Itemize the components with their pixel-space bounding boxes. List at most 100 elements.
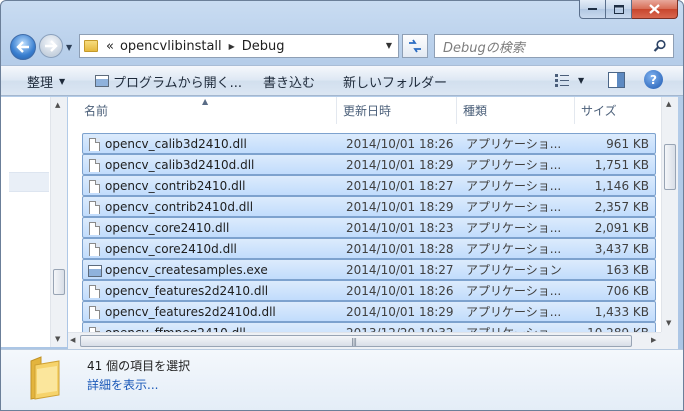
file-list-horizontal-scrollbar[interactable]: ◀ ||| ▶	[68, 332, 661, 349]
file-date: 2014/10/01 18:29	[346, 157, 454, 172]
file-icon	[89, 284, 100, 298]
file-row[interactable]: opencv_features2d2410.dll 2014/10/01 18:2…	[82, 280, 656, 301]
close-button[interactable]	[632, 0, 678, 19]
file-type: アプリケーショ...	[466, 305, 562, 319]
refresh-icon	[409, 39, 421, 53]
file-date: 2014/10/01 18:27	[346, 262, 454, 277]
file-size: 2,357 KB	[594, 199, 649, 214]
file-name: opencv_features2d2410.dll	[83, 284, 343, 298]
file-type: アプリケーショ...	[466, 158, 562, 172]
minimize-icon	[587, 8, 597, 10]
nav-pane-selected-item[interactable]	[9, 172, 49, 192]
file-icon	[89, 200, 100, 214]
file-type: アプリケーショ...	[466, 137, 562, 151]
scroll-down-icon[interactable]: ▼	[666, 319, 671, 327]
open-with-button[interactable]: プログラムから開く...	[89, 69, 248, 93]
file-name: opencv_contrib2410.dll	[83, 179, 343, 193]
scroll-down-icon[interactable]: ▼	[55, 335, 60, 343]
caption-buttons	[579, 0, 678, 20]
file-name-text: opencv_features2d2410d.dll	[105, 304, 276, 319]
file-name-text: opencv_contrib2410.dll	[105, 178, 246, 193]
column-headers: 名前 更新日時 種類 サイズ	[68, 97, 665, 124]
column-header-type[interactable]: 種類	[457, 97, 575, 124]
file-name: opencv_features2d2410d.dll	[83, 305, 343, 319]
folder-icon	[30, 356, 60, 400]
burn-button[interactable]: 書き込む	[257, 69, 321, 93]
organize-button[interactable]: 整理 ▼	[21, 69, 71, 93]
scroll-right-icon[interactable]: ▶	[651, 336, 656, 344]
file-date: 2014/10/01 18:26	[346, 136, 454, 151]
file-date: 2014/10/01 18:27	[346, 178, 454, 193]
file-name: opencv_calib3d2410.dll	[83, 137, 343, 151]
selection-count: 41 個の項目を選択	[87, 359, 191, 373]
file-type: アプリケーショ...	[466, 221, 562, 235]
refresh-button[interactable]	[402, 34, 428, 58]
column-header-name[interactable]: 名前	[68, 97, 337, 124]
chevron-down-icon: ▼	[59, 76, 66, 86]
file-row[interactable]: opencv_ffmpeg2410.dll2013/12/20 19:32アプリ…	[82, 322, 656, 332]
chevron-down-icon[interactable]: ▼	[578, 76, 584, 85]
file-row[interactable]: opencv_contrib2410.dll 2014/10/01 18:27 アプ…	[82, 175, 656, 196]
recent-pages-dropdown[interactable]: ▼	[66, 43, 72, 52]
forward-button[interactable]	[39, 34, 63, 58]
horizontal-scroll-thumb[interactable]: |||	[80, 335, 632, 347]
arrow-right-icon	[45, 40, 58, 52]
column-header-date[interactable]: 更新日時	[337, 97, 457, 124]
file-name: opencv_createsamples.exe	[83, 263, 343, 277]
file-icon	[89, 242, 100, 256]
file-row[interactable]: opencv_core2410d.dll 2014/10/01 18:28 アプリケ…	[82, 238, 656, 259]
file-name-text: opencv_createsamples.exe	[105, 262, 268, 277]
address-bar[interactable]: « opencvlibinstall ▶ Debug ▼	[79, 34, 399, 58]
file-list[interactable]: ▲ 名前 更新日時 種類 サイズ opencv_calib3d2410.dll 2…	[68, 97, 665, 332]
maximize-button[interactable]	[606, 0, 632, 19]
close-icon	[649, 4, 660, 14]
file-date: 2014/10/01 18:29	[346, 199, 454, 214]
scroll-left-icon[interactable]: ◀	[70, 336, 75, 344]
file-name-text: opencv_core2410d.dll	[105, 241, 237, 256]
search-box[interactable]: Debugの検索	[434, 34, 674, 58]
scroll-up-icon[interactable]: ▲	[55, 101, 60, 109]
scroll-up-icon[interactable]: ▲	[666, 100, 671, 108]
vertical-scroll-thumb[interactable]	[664, 144, 676, 190]
details-pane: 41 個の項目を選択 詳細を表示...	[1, 349, 683, 410]
arrow-left-icon	[16, 41, 29, 53]
search-input[interactable]: Debugの検索	[443, 37, 525, 56]
file-icon	[89, 137, 100, 151]
help-icon: ?	[650, 72, 657, 87]
column-header-size[interactable]: サイズ	[575, 97, 665, 124]
file-row[interactable]: opencv_calib3d2410d.dll 2014/10/01 18:29 ア…	[82, 154, 656, 175]
breadcrumb-item-opencvlibinstall[interactable]: opencvlibinstall	[120, 39, 222, 54]
breadcrumb-overflow[interactable]: «	[106, 39, 114, 54]
change-view-button[interactable]: ▼	[554, 73, 584, 87]
file-date: 2014/10/01 18:23	[346, 220, 454, 235]
chevron-right-icon[interactable]: ▶	[229, 42, 235, 51]
preview-pane-button[interactable]	[608, 72, 625, 88]
nav-pane-scrollbar[interactable]: ▲ ▼	[50, 97, 67, 347]
search-icon[interactable]	[653, 39, 667, 53]
file-name-text: opencv_core2410.dll	[105, 220, 230, 235]
file-name-text: opencv_contrib2410d.dll	[105, 199, 254, 214]
file-size: 961 KB	[606, 136, 649, 151]
minimize-button[interactable]	[579, 0, 606, 19]
help-button[interactable]: ?	[644, 70, 663, 89]
file-row[interactable]: opencv_createsamples.exe 2014/10/01 18:27…	[82, 259, 656, 280]
file-size: 706 KB	[606, 283, 649, 298]
navigation-pane[interactable]: ▲ ▼	[1, 97, 67, 347]
show-details-link[interactable]: 詳細を表示...	[87, 376, 158, 393]
breadcrumb-item-debug[interactable]: Debug	[242, 39, 285, 54]
file-date: 2014/10/01 18:26	[346, 283, 454, 298]
organize-label: 整理	[27, 75, 54, 91]
file-type: アプリケーション	[466, 263, 562, 277]
file-date: 2014/10/01 18:28	[346, 241, 454, 256]
nav-pane-scroll-thumb[interactable]	[53, 269, 65, 295]
file-row[interactable]: opencv_contrib2410d.dll 2014/10/01 18:29 ア…	[82, 196, 656, 217]
file-row[interactable]: opencv_features2d2410d.dll 2014/10/01 18:…	[82, 301, 656, 322]
new-folder-button[interactable]: 新しいフォルダー	[337, 69, 453, 93]
file-row[interactable]: opencv_calib3d2410.dll 2014/10/01 18:26 アプ…	[82, 133, 656, 154]
file-type: アプリケーショ...	[466, 242, 562, 256]
chevron-down-icon[interactable]: ▼	[386, 41, 392, 50]
file-icon	[89, 221, 100, 235]
file-list-vertical-scrollbar[interactable]: ▲ ▼	[661, 97, 678, 332]
back-button[interactable]	[10, 34, 36, 60]
file-row[interactable]: opencv_core2410.dll 2014/10/01 18:23 アプリケー…	[82, 217, 656, 238]
